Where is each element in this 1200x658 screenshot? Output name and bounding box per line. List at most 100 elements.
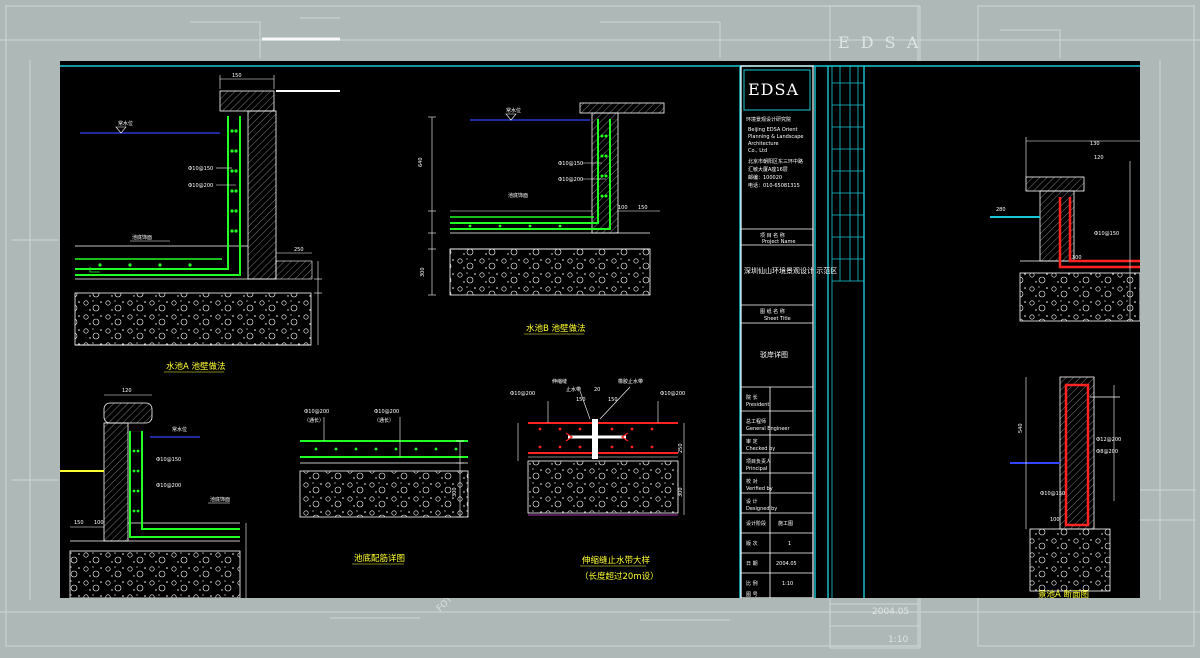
joint-dim-250: 250 (678, 443, 684, 453)
detail-a-finish: 池底饰面 (132, 234, 152, 241)
bg-top-logo: E D S A (838, 33, 921, 52)
bg-scale-label: 1:10 (888, 635, 908, 645)
detail-c-dim-100: 100 (94, 520, 104, 526)
right-dim-100: 100 (1050, 517, 1060, 523)
detail-a-bar-150: Ф10@150 (188, 166, 213, 172)
sign-checked-en: Checked by (746, 446, 775, 452)
detail-b-dim-300: 300 (420, 267, 426, 277)
joint-label-mat: 橡胶止水带 (618, 378, 643, 385)
right-dim-540: 540 (1018, 423, 1024, 433)
sign-principal-en: Principal (746, 466, 767, 472)
right-bar-8-200: Ф8@200 (1096, 449, 1118, 455)
joint-dim-150-right: 150 (608, 397, 618, 403)
sign-principal: 项目负责人 (746, 458, 771, 465)
detail-c-dim-120: 120 (122, 388, 132, 394)
right-bar-150: Ф10@150 (1094, 231, 1119, 237)
stage-label: 设计阶段 (746, 520, 766, 527)
joint-dim-150-left: 150 (576, 397, 586, 403)
right-section-lower: Ф12@200 Ф8@200 Ф10@150 100 540 景池A 断面图 (1010, 376, 1121, 598)
right-dim-120: 120 (1094, 155, 1104, 161)
title-drawing-label-en: Sheet Title (764, 316, 791, 322)
sign-engineer-en: General Engineer (746, 426, 791, 432)
date-label: 日 期 (746, 561, 758, 567)
joint-dim-300: 300 (678, 487, 684, 497)
detail-c-dim-150: 150 (74, 520, 84, 526)
scale-label: 比 例 (746, 580, 758, 587)
sign-president-en: President (746, 402, 769, 408)
detail-a-dim-150: 150 (232, 73, 242, 79)
title-company-en-4: Co., Ltd (748, 148, 767, 154)
right-dim-300: 300 (1072, 255, 1082, 261)
joint-label-fill: 伸缩缝 (552, 378, 567, 385)
sign-verified-en: Verified by (746, 486, 773, 492)
sign-president: 院 长 (746, 394, 758, 401)
version-label: 版 次 (746, 540, 758, 547)
right-caption: 景池A 断面图 (1038, 589, 1089, 598)
title-address-2: 汇敏大厦A座16层 (748, 166, 788, 173)
floor-dim-300: 300 (452, 487, 458, 497)
sign-checked: 审 定 (746, 438, 758, 445)
right-dim-130: 130 (1090, 141, 1100, 147)
title-address-3: 邮编：100020 (748, 174, 782, 181)
detail-c: 常水位 Ф10@150 Ф10@200 池底饰面 120 150 100 (60, 388, 247, 598)
detail-b-water-label: 常水位 (506, 107, 521, 114)
floor-caption: 池底配筋详图 (354, 553, 405, 564)
detail-c-water-label: 常水位 (172, 426, 187, 433)
floor-hard-a: （通长） (304, 417, 324, 424)
right-dim-280: 280 (996, 207, 1006, 213)
sign-verified: 校 对 (746, 478, 758, 485)
floor-bar-200-a: Ф10@200 (304, 409, 329, 415)
joint-bar-200-left: Ф10@200 (510, 391, 535, 397)
title-block-logo: EDSA (748, 80, 799, 99)
bg-date-label: 2004.05 (872, 607, 909, 617)
title-address-1: 北京市朝阳区东三环中路 (748, 158, 803, 165)
cad-drawing: 常水位 Ф10@150 Ф10@200 池底饰面 150 250 水池A 池壁做… (60, 65, 1140, 598)
joint-detail: Ф10@200 Ф10@200 伸缩缝 止水带 橡胶止水带 20 150 150… (510, 378, 685, 582)
joint-bar-200-right: Ф10@200 (660, 391, 685, 397)
title-address-4: 电话：010-65081315 (748, 182, 800, 189)
title-company-en-1: Beijing EDSA Orient (748, 127, 798, 133)
sign-engineer: 总工程师 (746, 418, 766, 425)
title-project-name: 深圳仙山环境景观设计 示范区 (744, 266, 837, 275)
detail-b-dim-100: 100 (618, 205, 628, 211)
title-drawing-label: 图 纸 名 称 (760, 308, 785, 315)
stage-value: 施工图 (778, 520, 793, 527)
detail-b-bar-150: Ф10@150 (558, 161, 583, 167)
title-drawing-name: 驳岸详图 (760, 350, 788, 359)
title-company-en-3: Architecture (748, 141, 779, 147)
detail-b-finish: 池底饰面 (508, 192, 528, 199)
detail-b-caption: 水池B 池壁做法 (526, 323, 586, 334)
detail-a-dim-250: 250 (294, 247, 304, 253)
joint-label-stop: 止水带 (566, 386, 581, 393)
title-company-en-2: Planning & Landscape (748, 134, 803, 140)
title-project-label: 项 目 名 称 (760, 232, 785, 239)
joint-note: （长度超过20m设） (580, 571, 659, 582)
cad-sheet: 常水位 Ф10@150 Ф10@200 池底饰面 150 250 水池A 池壁做… (60, 61, 1140, 598)
right-section: 130 120 280 Ф10@150 300 (990, 137, 1140, 322)
detail-b-dim-640: 640 (418, 157, 424, 167)
detail-b-bar-200: Ф10@200 (558, 177, 583, 183)
detail-a-bar-200: Ф10@200 (188, 183, 213, 189)
detail-c-bar-150: Ф10@150 (156, 457, 181, 463)
title-company-cn: 环境景观设计研究院 (746, 116, 791, 123)
detail-b: 常水位 Ф10@150 Ф10@200 池底饰面 640 300 100 150… (418, 102, 665, 335)
detail-c-finish: 池底饰面 (210, 496, 230, 503)
title-block: EDSA 环境景观设计研究院 Beijing EDSA Orient Plann… (740, 65, 837, 598)
joint-dim-20: 20 (594, 387, 600, 393)
sign-designed: 设 计 (746, 498, 758, 505)
detail-a: 常水位 Ф10@150 Ф10@200 池底饰面 150 250 水池A 池壁做… (74, 73, 340, 373)
detail-a-water-label: 常水位 (118, 120, 133, 127)
title-project-label-en: Project Name (762, 239, 795, 245)
date-value: 2004.05 (776, 561, 797, 567)
right-bar-12-200: Ф12@200 (1096, 437, 1121, 443)
detail-b-dim-150: 150 (638, 205, 648, 211)
floor-detail: Ф10@200 Ф10@200 （通长） （通长） 300 池底配筋详图 (299, 409, 469, 565)
detail-a-caption: 水池A 池壁做法 (166, 361, 226, 372)
right-bar-10-150: Ф10@150 (1040, 491, 1065, 497)
joint-caption: 伸缩缝止水带大样 (582, 555, 651, 566)
floor-bar-200-b: Ф10@200 (374, 409, 399, 415)
detail-c-bar-200: Ф10@200 (156, 483, 181, 489)
scale-value: 1:10 (782, 581, 793, 587)
sign-designed-en: Designed by (746, 506, 777, 512)
floor-hard-b: （通长） (374, 417, 394, 424)
